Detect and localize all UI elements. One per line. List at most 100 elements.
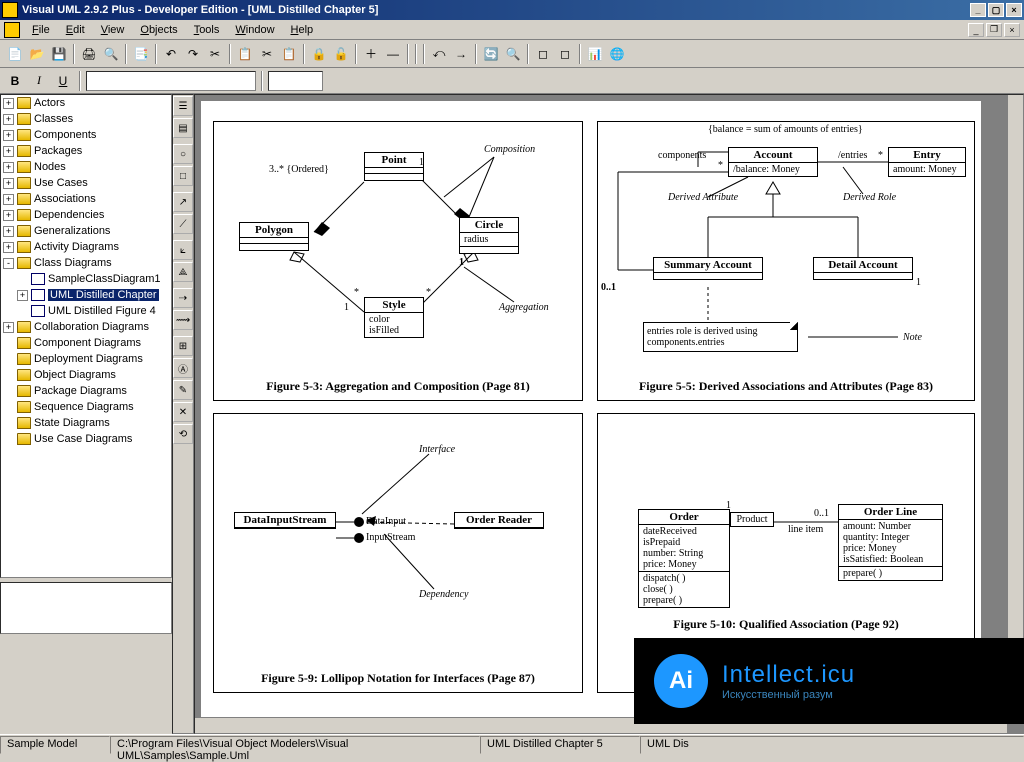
- toolbar-btn-4[interactable]: 🖨: [78, 43, 100, 65]
- italic-button[interactable]: I: [28, 70, 50, 92]
- toolbar-btn-20[interactable]: ＋: [360, 43, 382, 65]
- tree-item[interactable]: +Collaboration Diagrams: [1, 319, 171, 335]
- palette-tool-16[interactable]: Ⓐ: [173, 358, 193, 378]
- palette-tool-18[interactable]: ✕: [173, 402, 193, 422]
- toolbar-btn-21[interactable]: —: [382, 43, 404, 65]
- toolbar-btn-14[interactable]: ✂: [256, 43, 278, 65]
- class-detail-account[interactable]: Detail Account: [813, 257, 913, 280]
- tree-expander[interactable]: -: [3, 258, 14, 269]
- model-tree[interactable]: +Actors+Classes+Components+Packages+Node…: [0, 94, 172, 578]
- tree-item[interactable]: +Components: [1, 127, 171, 143]
- tree-expander[interactable]: +: [3, 194, 14, 205]
- font-combo[interactable]: [86, 71, 256, 91]
- toolbar-btn-15[interactable]: 📋: [278, 43, 300, 65]
- tree-item[interactable]: +Actors: [1, 95, 171, 111]
- class-datainputstream[interactable]: DataInputStream: [234, 512, 336, 529]
- toolbar-btn-2[interactable]: 💾: [48, 43, 70, 65]
- class-style[interactable]: Style colorisFilled: [364, 297, 424, 338]
- palette-tool-1[interactable]: ▤: [173, 118, 193, 138]
- palette-tool-6[interactable]: ↗: [173, 192, 193, 212]
- tree-expander[interactable]: +: [3, 162, 14, 173]
- palette-tool-13[interactable]: ⟿: [173, 310, 193, 330]
- menu-objects[interactable]: Objects: [132, 22, 185, 38]
- doc-restore-button[interactable]: ❐: [986, 23, 1002, 37]
- palette-tool-0[interactable]: ☰: [173, 96, 193, 116]
- palette-tool-15[interactable]: ⊞: [173, 336, 193, 356]
- palette-tool-7[interactable]: ⟋: [173, 214, 193, 234]
- toolbar-btn-25[interactable]: ⤺: [428, 43, 450, 65]
- toolbar-btn-1[interactable]: 📂: [26, 43, 48, 65]
- maximize-button[interactable]: ▢: [988, 3, 1004, 17]
- tree-item[interactable]: +Generalizations: [1, 223, 171, 239]
- doc-minimize-button[interactable]: _: [968, 23, 984, 37]
- class-summary-account[interactable]: Summary Account: [653, 257, 763, 280]
- tree-expander[interactable]: +: [3, 210, 14, 221]
- toolbar-btn-34[interactable]: 📊: [584, 43, 606, 65]
- tree-expander[interactable]: +: [3, 242, 14, 253]
- bold-button[interactable]: B: [4, 70, 26, 92]
- font-size-combo[interactable]: [268, 71, 323, 91]
- doc-close-button[interactable]: ×: [1004, 23, 1020, 37]
- class-account[interactable]: Account /balance: Money: [728, 147, 818, 177]
- palette-tool-3[interactable]: ○: [173, 144, 193, 164]
- toolbar-btn-10[interactable]: ↷: [182, 43, 204, 65]
- menu-edit[interactable]: Edit: [58, 22, 93, 38]
- tree-item[interactable]: +Classes: [1, 111, 171, 127]
- tree-expander[interactable]: +: [3, 322, 14, 333]
- menu-view[interactable]: View: [93, 22, 133, 38]
- menu-window[interactable]: Window: [227, 22, 282, 38]
- palette-tool-12[interactable]: ⇢: [173, 288, 193, 308]
- note-entries[interactable]: entries role is derived using components…: [643, 322, 798, 352]
- diagram-canvas[interactable]: Point Polygon Circle radius Style colori…: [201, 101, 981, 731]
- tree-item[interactable]: +UML Distilled Chapter: [1, 287, 171, 303]
- class-point[interactable]: Point: [364, 152, 424, 181]
- tree-item[interactable]: +Nodes: [1, 159, 171, 175]
- palette-tool-10[interactable]: ⟁: [173, 262, 193, 282]
- toolbar-btn-35[interactable]: 🌐: [606, 43, 628, 65]
- class-order[interactable]: Order dateReceivedisPrepaidnumber: Strin…: [638, 509, 730, 608]
- palette-tool-19[interactable]: ⟲: [173, 424, 193, 444]
- palette-tool-9[interactable]: ⟀: [173, 240, 193, 260]
- toolbar-btn-5[interactable]: 🔍: [100, 43, 122, 65]
- menu-file[interactable]: File: [24, 22, 58, 38]
- tree-item[interactable]: Package Diagrams: [1, 383, 171, 399]
- toolbar-btn-7[interactable]: 📑: [130, 43, 152, 65]
- class-circle[interactable]: Circle radius: [459, 217, 519, 254]
- tree-expander[interactable]: +: [3, 114, 14, 125]
- tree-item[interactable]: Sequence Diagrams: [1, 399, 171, 415]
- menu-tools[interactable]: Tools: [186, 22, 228, 38]
- toolbar-btn-31[interactable]: ◻: [532, 43, 554, 65]
- vertical-scrollbar[interactable]: [1007, 95, 1023, 717]
- toolbar-btn-28[interactable]: 🔄: [480, 43, 502, 65]
- toolbar-btn-26[interactable]: →: [450, 43, 472, 65]
- class-order-reader[interactable]: Order Reader: [454, 512, 544, 529]
- tree-item[interactable]: +Dependencies: [1, 207, 171, 223]
- tree-expander[interactable]: +: [3, 226, 14, 237]
- tree-item[interactable]: -Class Diagrams: [1, 255, 171, 271]
- palette-tool-17[interactable]: ✎: [173, 380, 193, 400]
- tree-expander[interactable]: +: [3, 98, 14, 109]
- palette-tool-4[interactable]: □: [173, 166, 193, 186]
- class-polygon[interactable]: Polygon: [239, 222, 309, 251]
- toolbar-btn-11[interactable]: ✂: [204, 43, 226, 65]
- tree-item[interactable]: Object Diagrams: [1, 367, 171, 383]
- tree-expander[interactable]: +: [17, 290, 28, 301]
- minimize-button[interactable]: _: [970, 3, 986, 17]
- tree-item[interactable]: UML Distilled Figure 4: [1, 303, 171, 319]
- tree-item[interactable]: SampleClassDiagram1: [1, 271, 171, 287]
- close-button[interactable]: ×: [1006, 3, 1022, 17]
- properties-panel[interactable]: [0, 582, 172, 634]
- qualifier-product[interactable]: Product: [730, 512, 774, 527]
- toolbar-btn-9[interactable]: ↶: [160, 43, 182, 65]
- tree-expander[interactable]: +: [3, 178, 14, 189]
- underline-button[interactable]: U: [52, 70, 74, 92]
- toolbar-btn-29[interactable]: 🔍: [502, 43, 524, 65]
- class-order-line[interactable]: Order Line amount: Numberquantity: Integ…: [838, 504, 943, 581]
- class-entry[interactable]: Entry amount: Money: [888, 147, 966, 177]
- tree-expander[interactable]: +: [3, 130, 14, 141]
- toolbar-btn-32[interactable]: ◻: [554, 43, 576, 65]
- tree-item[interactable]: +Use Cases: [1, 175, 171, 191]
- tree-item[interactable]: Use Case Diagrams: [1, 431, 171, 447]
- tree-item[interactable]: Deployment Diagrams: [1, 351, 171, 367]
- tree-expander[interactable]: +: [3, 146, 14, 157]
